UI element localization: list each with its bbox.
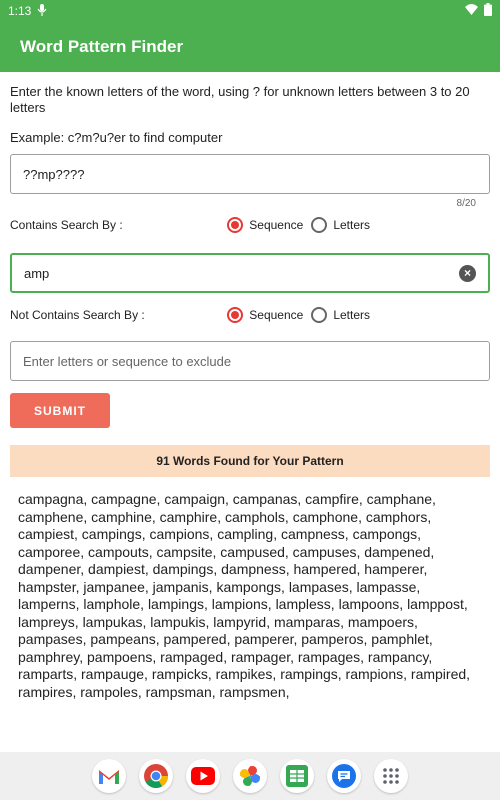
instructions-text: Enter the known letters of the word, usi… — [10, 84, 470, 115]
app-title: Word Pattern Finder — [20, 37, 184, 56]
pattern-input[interactable]: ??mp???? — [10, 154, 490, 194]
contains-input[interactable]: amp × — [10, 253, 490, 293]
clear-icon[interactable]: × — [459, 264, 476, 282]
app-bar: Word Pattern Finder — [0, 22, 500, 72]
youtube-icon[interactable] — [186, 759, 220, 793]
mic-icon — [37, 3, 47, 19]
submit-button[interactable]: SUBMIT — [10, 393, 110, 428]
results-list: campagna, campagne, campaign, campanas, … — [18, 491, 471, 700]
radio-selected-icon — [227, 307, 244, 323]
status-time: 1:13 — [8, 4, 32, 18]
not-contains-sequence-radio[interactable]: Sequence — [227, 307, 303, 323]
example-text: Example: c?m?u?er to find computer — [10, 130, 223, 145]
photos-icon[interactable] — [233, 759, 267, 793]
contains-search-row: Contains Search By : Sequence Letters — [10, 215, 490, 235]
chrome-icon[interactable] — [139, 759, 173, 793]
pattern-char-counter: 8/20 — [456, 198, 476, 209]
contains-sequence-radio[interactable]: Sequence — [227, 217, 303, 233]
exclude-input[interactable]: Enter letters or sequence to exclude — [10, 341, 490, 381]
not-contains-search-row: Not Contains Search By : Sequence Letter… — [10, 305, 490, 325]
not-contains-letters-radio[interactable]: Letters — [311, 307, 370, 323]
not-contains-letters-label: Letters — [333, 308, 370, 322]
radio-unselected-icon — [311, 217, 328, 233]
messages-icon[interactable] — [327, 759, 361, 793]
contains-label: Contains Search By : — [10, 218, 123, 232]
main-content: Enter the known letters of the word, usi… — [0, 84, 500, 705]
wifi-icon — [465, 4, 478, 18]
pattern-input-value: ??mp???? — [23, 166, 85, 182]
gmail-icon[interactable] — [92, 759, 126, 793]
app-drawer-icon[interactable] — [374, 759, 408, 793]
not-contains-label: Not Contains Search By : — [10, 308, 145, 322]
status-bar: 1:13 — [0, 0, 500, 22]
result-count-banner: 91 Words Found for Your Pattern — [10, 445, 490, 477]
exclude-input-placeholder: Enter letters or sequence to exclude — [23, 353, 232, 369]
not-contains-sequence-label: Sequence — [249, 308, 304, 322]
contains-sequence-label: Sequence — [249, 218, 304, 232]
contains-letters-label: Letters — [333, 218, 370, 232]
sheets-icon[interactable] — [280, 759, 314, 793]
battery-icon — [484, 3, 492, 19]
contains-letters-radio[interactable]: Letters — [311, 217, 370, 233]
radio-selected-icon — [227, 217, 244, 233]
app-dock — [0, 752, 500, 800]
contains-input-value: amp — [24, 265, 50, 281]
radio-unselected-icon — [311, 307, 328, 323]
